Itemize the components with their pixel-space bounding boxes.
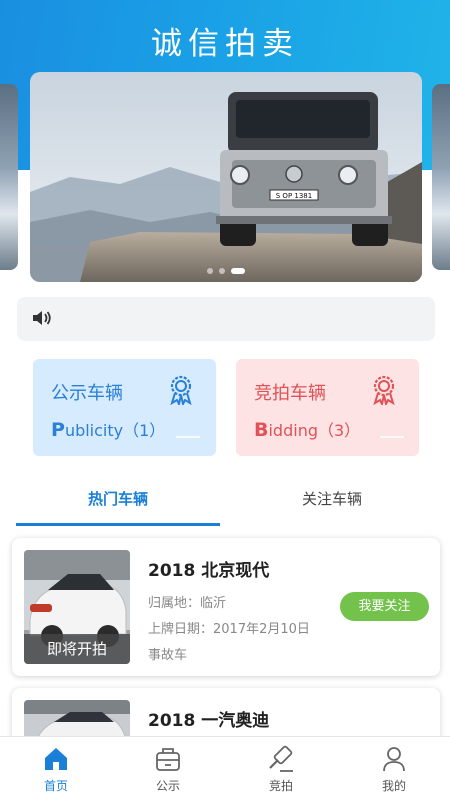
nav-home-label: 首页 <box>43 779 68 793</box>
public-vehicles-title: 公示车辆 <box>51 383 123 404</box>
vehicle-type: 事故车 <box>148 648 188 663</box>
public-count: （1） <box>123 421 166 440</box>
carousel-dot[interactable] <box>231 268 245 274</box>
license-plate: S OP 1381 <box>276 192 312 200</box>
tab-hot-vehicles[interactable]: 热门车辆 <box>16 482 220 526</box>
bidding-card-decor <box>380 436 404 438</box>
vehicle-title: 2018 北京现代 <box>148 561 270 581</box>
nav-publicity-label: 公示 <box>155 779 180 793</box>
nav-profile-label: 我的 <box>381 779 406 793</box>
vehicle-location: 归属地：临沂 <box>148 596 227 611</box>
award-icon <box>168 375 194 409</box>
carousel-indicator <box>30 268 422 274</box>
bidding-vehicles-card[interactable]: 竞拍车辆 Bidding（3） <box>236 359 419 456</box>
public-card-decor <box>176 436 200 438</box>
carousel-next-slide[interactable] <box>432 84 450 270</box>
bidding-count: （3） <box>317 421 361 440</box>
vehicle-thumbnail: 即将开拍 <box>24 550 130 664</box>
notice-box-icon <box>154 745 182 777</box>
carousel-prev-slide[interactable] <box>0 84 18 270</box>
nav-profile[interactable]: 我的 <box>338 737 450 800</box>
nav-bidding-label: 竞拍 <box>268 779 293 793</box>
carousel-dot[interactable] <box>207 268 213 274</box>
vehicle-title: 2018 一汽奥迪 <box>148 711 270 731</box>
bidding-vehicles-subtitle: Bidding（3） <box>254 419 361 441</box>
carousel-dot[interactable] <box>219 268 225 274</box>
home-icon <box>42 745 70 777</box>
banner-image: S OP 1381 <box>30 72 422 282</box>
banner-carousel[interactable]: S OP 1381 <box>30 72 422 282</box>
award-icon <box>371 375 397 409</box>
public-vehicles-subtitle: Publicity（1） <box>51 419 166 441</box>
vehicle-card[interactable]: 即将开拍 2018 北京现代 归属地：临沂 上牌日期：2017年2月10日 事故… <box>12 538 440 676</box>
bidding-vehicles-title: 竞拍车辆 <box>254 383 326 404</box>
public-vehicles-card[interactable]: 公示车辆 Publicity（1） <box>33 359 216 456</box>
bottom-navigation: 首页 公示 竞拍 我的 <box>0 736 450 800</box>
app-title: 诚信拍卖 <box>151 26 299 62</box>
vehicle-plate-date: 上牌日期：2017年2月10日 <box>148 622 310 637</box>
user-icon <box>380 745 408 777</box>
gavel-icon <box>267 745 295 777</box>
nav-bidding[interactable]: 竞拍 <box>225 737 337 800</box>
nav-publicity[interactable]: 公示 <box>112 737 224 800</box>
follow-button[interactable]: 我要关注 <box>340 592 429 621</box>
speaker-icon <box>31 309 53 331</box>
tab-followed-vehicles[interactable]: 关注车辆 <box>230 482 434 526</box>
auction-status-label: 即将开拍 <box>24 634 130 664</box>
nav-home[interactable]: 首页 <box>0 737 112 800</box>
vehicle-tabs: 热门车辆 关注车辆 <box>16 482 434 526</box>
announcement-bar[interactable] <box>17 297 435 341</box>
